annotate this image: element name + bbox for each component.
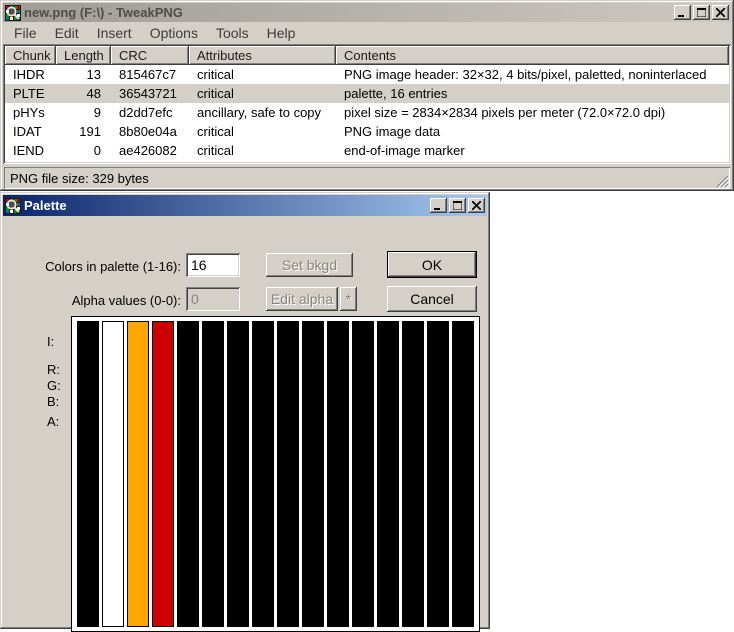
menu-help[interactable]: Help: [258, 23, 305, 43]
cell-chunk: IEND: [13, 143, 45, 158]
palette-swatch-15[interactable]: [452, 321, 474, 627]
cell-crc: 8b80e04a: [119, 124, 177, 139]
cell-chunk: PLTE: [13, 86, 45, 101]
cell-attributes: ancillary, safe to copy: [197, 105, 322, 120]
menu-tools[interactable]: Tools: [207, 23, 258, 43]
ok-button[interactable]: OK: [387, 251, 477, 278]
cell-contents: pixel size = 2834×2834 pixels per meter …: [344, 105, 666, 120]
palette-swatch-7[interactable]: [252, 321, 274, 627]
set-bkgd-button[interactable]: Set bkgd: [266, 253, 353, 277]
palette-dialog-title: Palette: [24, 198, 67, 213]
tweakpng-app-icon: [5, 4, 21, 21]
asterisk-button[interactable]: *: [340, 287, 357, 311]
cell-chunk: pHYs: [13, 105, 45, 120]
palette-swatch-strip: [71, 316, 480, 632]
channel-label-a: A:: [47, 414, 60, 429]
cell-attributes: critical: [197, 143, 234, 158]
cell-attributes: critical: [197, 67, 234, 82]
colors-in-palette-input[interactable]: [186, 253, 240, 277]
cell-contents: PNG image header: 32×32, 4 bits/pixel, p…: [344, 67, 707, 82]
menu-options[interactable]: Options: [141, 23, 207, 43]
cell-attributes: critical: [197, 124, 234, 139]
status-bar: PNG file size: 329 bytes: [3, 164, 731, 190]
chunk-row-iend[interactable]: IEND 0 ae426082 critical end-of-image marker: [5, 141, 729, 160]
palette-swatch-8[interactable]: [277, 321, 299, 627]
palette-swatch-2[interactable]: [127, 321, 149, 627]
cell-contents: PNG image data: [344, 124, 441, 139]
palette-swatch-3[interactable]: [152, 321, 174, 627]
cell-crc: 36543721: [119, 86, 177, 101]
cell-length: 48: [86, 86, 101, 101]
main-maximize-button[interactable]: [693, 5, 710, 20]
cell-chunk: IHDR: [13, 67, 45, 82]
cell-crc: d2dd7efc: [119, 105, 173, 120]
palette-titlebar[interactable]: Palette: [3, 195, 487, 216]
chunk-row-idat[interactable]: IDAT 191 8b80e04a critical PNG image data: [5, 122, 729, 141]
cell-attributes: critical: [197, 86, 234, 101]
chunk-listview: Chunk Length CRC Attributes Contents IHDR 13 8…: [3, 44, 731, 164]
cancel-button[interactable]: Cancel: [387, 286, 477, 312]
chunk-list-body: IHDR 13 815467c7 critical PNG image header: …: [5, 65, 729, 160]
column-header-contents[interactable]: Contents: [336, 46, 729, 65]
chunk-row-phys[interactable]: pHYs 9 d2dd7efc ancillary, safe to copy pixe…: [5, 103, 729, 122]
palette-swatch-5[interactable]: [202, 321, 224, 627]
palette-swatch-10[interactable]: [327, 321, 349, 627]
menu-bar: File Edit Insert Options Tools Help: [3, 22, 731, 44]
menu-edit[interactable]: Edit: [46, 23, 88, 43]
palette-swatch-11[interactable]: [352, 321, 374, 627]
channel-label-i: I:: [47, 334, 55, 349]
chunk-row-plte[interactable]: PLTE 48 36543721 critical palette, 16 entrie…: [5, 84, 729, 103]
palette-minimize-button[interactable]: [430, 198, 447, 213]
channel-label-b: B:: [47, 394, 60, 409]
column-header-length[interactable]: Length: [56, 46, 111, 65]
channel-label-r: R:: [47, 362, 60, 377]
palette-swatch-6[interactable]: [227, 321, 249, 627]
main-minimize-button[interactable]: [674, 5, 691, 20]
cell-length: 9: [93, 105, 101, 120]
cell-length: 13: [86, 67, 101, 82]
palette-swatch-13[interactable]: [402, 321, 424, 627]
palette-maximize-button[interactable]: [449, 198, 466, 213]
chunk-list-header: Chunk Length CRC Attributes Contents: [5, 46, 729, 65]
main-titlebar[interactable]: new.png (F:\) - TweakPNG: [3, 3, 731, 22]
edit-alpha-button[interactable]: Edit alpha: [266, 287, 338, 311]
palette-swatch-0[interactable]: [77, 321, 99, 627]
main-window-title: new.png (F:\) - TweakPNG: [24, 5, 183, 20]
column-header-chunk[interactable]: Chunk: [5, 46, 56, 65]
menu-file[interactable]: File: [5, 23, 46, 43]
cell-crc: ae426082: [119, 143, 177, 158]
status-panel: PNG file size: 329 bytes: [4, 167, 730, 189]
menu-insert[interactable]: Insert: [88, 23, 141, 43]
chunk-row-ihdr[interactable]: IHDR 13 815467c7 critical PNG image header: …: [5, 65, 729, 84]
file-size-status: PNG file size: 329 bytes: [10, 170, 149, 186]
palette-dialog-icon: [5, 197, 21, 214]
cell-contents: end-of-image marker: [344, 143, 465, 158]
cell-contents: palette, 16 entries: [344, 86, 448, 101]
main-close-button[interactable]: [712, 5, 729, 20]
palette-dialog: Palette Colors in palette (1-16): Set bk…: [0, 192, 490, 632]
alpha-values-label: Alpha values (0-0):: [71, 293, 181, 308]
cell-crc: 815467c7: [119, 67, 177, 82]
column-header-attributes[interactable]: Attributes: [189, 46, 336, 65]
resize-grip-icon[interactable]: [716, 175, 730, 189]
alpha-values-input[interactable]: [186, 287, 240, 311]
cell-length: 191: [79, 124, 101, 139]
tweakpng-main-window: new.png (F:\) - TweakPNG File Edit Insert O…: [0, 0, 734, 191]
palette-swatch-12[interactable]: [377, 321, 399, 627]
palette-close-button[interactable]: [468, 198, 485, 213]
column-header-crc[interactable]: CRC: [111, 46, 189, 65]
cell-chunk: IDAT: [13, 124, 42, 139]
cell-length: 0: [93, 143, 101, 158]
channel-label-g: G:: [47, 378, 61, 393]
palette-swatch-4[interactable]: [177, 321, 199, 627]
palette-swatch-14[interactable]: [427, 321, 449, 627]
colors-in-palette-label: Colors in palette (1-16):: [45, 259, 181, 274]
palette-swatch-9[interactable]: [302, 321, 324, 627]
palette-swatch-1[interactable]: [102, 321, 124, 627]
